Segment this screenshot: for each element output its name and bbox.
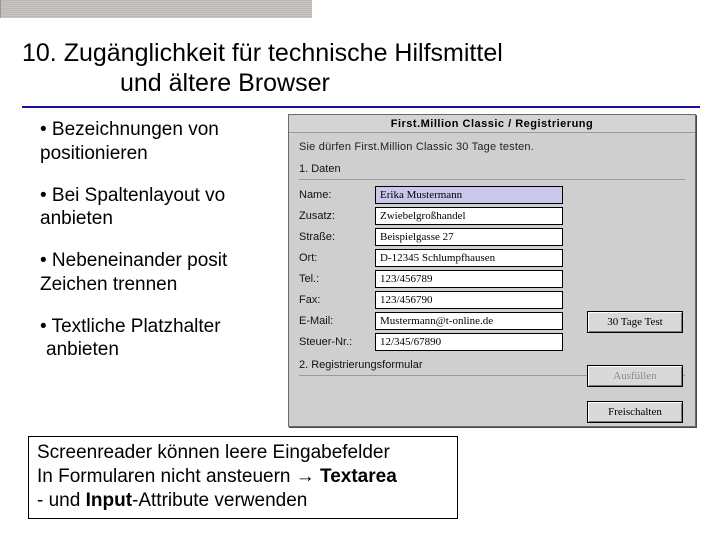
footer-bold-textarea: Textarea: [315, 466, 397, 487]
row-strasse: Straße:: [299, 228, 685, 246]
input-fax[interactable]: [375, 291, 563, 309]
bullet-1-line-2: positionieren: [40, 143, 148, 164]
row-steuer: Steuer-Nr.:: [299, 333, 685, 351]
ausfuellen-button[interactable]: Ausfüllen: [587, 365, 683, 387]
bullet-4-line-2: anbieten: [40, 339, 119, 360]
footer-line-1: Screenreader können leere Eingabefelder: [37, 442, 390, 463]
dialog-titlebar: First.Million Classic / Registrierung: [289, 115, 695, 133]
label-fax: Fax:: [299, 294, 375, 306]
test-button-label: 30 Tage Test: [607, 316, 663, 328]
label-name: Name:: [299, 189, 375, 201]
dialog-title: First.Million Classic / Registrierung: [391, 118, 593, 130]
row-ort: Ort:: [299, 249, 685, 267]
window-drag-region: [0, 0, 312, 18]
bullet-2-line-1: • Bei Spaltenlayout vo: [40, 185, 225, 206]
label-tel: Tel.:: [299, 273, 375, 285]
bullet-4-line-1: • Textliche Platzhalter: [40, 316, 221, 337]
button-column-2: Ausfüllen: [587, 365, 683, 387]
arrow-icon: →: [296, 466, 315, 487]
heading-underline: [22, 106, 700, 108]
footer-line-3c: -Attribute verwenden: [132, 490, 307, 511]
bullet-3-line-1: • Nebeneinander posit: [40, 250, 227, 271]
registration-dialog: First.Million Classic / Registrierung Si…: [288, 114, 696, 427]
heading-line-2: und ältere Browser: [22, 68, 698, 98]
input-email[interactable]: [375, 312, 563, 330]
slide-heading: 10. Zugänglichkeit für technische Hilfsm…: [0, 28, 720, 100]
input-zusatz[interactable]: [375, 207, 563, 225]
row-zusatz: Zusatz:: [299, 207, 685, 225]
dialog-body: Sie dürfen First.Million Classic 30 Tage…: [289, 133, 695, 426]
freischalten-button[interactable]: Freischalten: [587, 401, 683, 423]
row-tel: Tel.:: [299, 270, 685, 288]
label-steuer: Steuer-Nr.:: [299, 336, 375, 348]
bullet-3-line-2: Zeichen trennen: [40, 274, 177, 295]
row-name: Name:: [299, 186, 685, 204]
label-zusatz: Zusatz:: [299, 210, 375, 222]
footer-bold-input: Input: [86, 490, 132, 511]
label-ort: Ort:: [299, 252, 375, 264]
label-strasse: Straße:: [299, 231, 375, 243]
group-1-rule: [299, 179, 685, 180]
bullet-2-line-2: anbieten: [40, 208, 113, 229]
input-strasse[interactable]: [375, 228, 563, 246]
bullet-1-line-1: • Bezeichnungen von: [40, 119, 219, 140]
test-button[interactable]: 30 Tage Test: [587, 311, 683, 333]
button-column-3: Freischalten: [587, 401, 683, 423]
label-email: E-Mail:: [299, 315, 375, 327]
button-column-1: 30 Tage Test: [587, 311, 683, 333]
input-name[interactable]: [375, 186, 563, 204]
input-ort[interactable]: [375, 249, 563, 267]
freischalten-button-label: Freischalten: [608, 406, 662, 418]
input-steuer[interactable]: [375, 333, 563, 351]
dialog-intro: Sie dürfen First.Million Classic 30 Tage…: [299, 141, 685, 153]
footer-line-3a: - und: [37, 490, 86, 511]
heading-line-1: 10. Zugänglichkeit für technische Hilfsm…: [22, 39, 503, 67]
group-1-label: 1. Daten: [299, 163, 685, 175]
footer-line-2a: In Formularen nicht ansteuern: [37, 466, 296, 487]
row-fax: Fax:: [299, 291, 685, 309]
slide: 10. Zugänglichkeit für technische Hilfsm…: [0, 28, 720, 118]
footer-note: Screenreader können leere Eingabefelder …: [28, 436, 458, 519]
ausfuellen-button-label: Ausfüllen: [613, 370, 656, 382]
input-tel[interactable]: [375, 270, 563, 288]
